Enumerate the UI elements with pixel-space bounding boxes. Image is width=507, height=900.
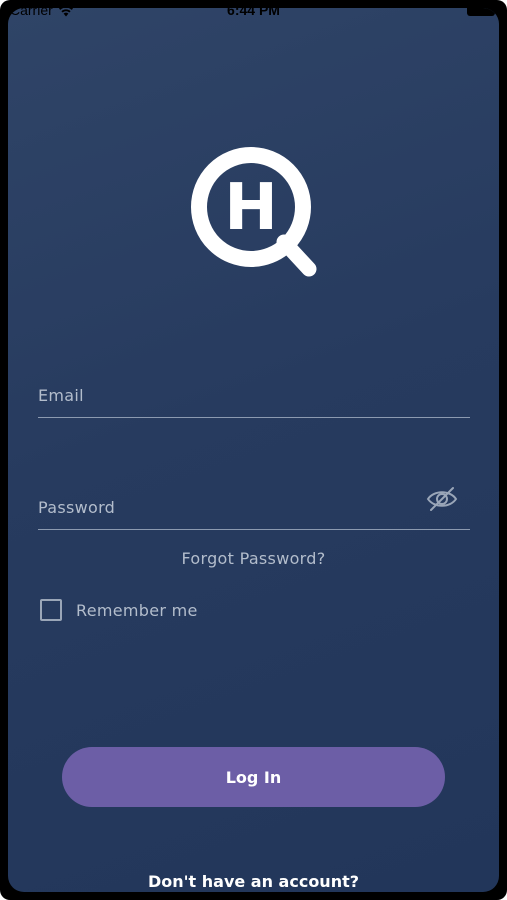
device-frame: Carrier 6:44 PM H Email Forgot Password?… <box>0 0 507 900</box>
remember-me-toggle[interactable]: Remember me <box>40 599 198 621</box>
app-screen: Carrier 6:44 PM H Email Forgot Password?… <box>8 8 499 892</box>
status-time: 6:44 PM <box>227 8 280 18</box>
logo-letter: H <box>224 171 278 245</box>
password-input[interactable] <box>38 486 470 529</box>
hq-logo-icon: H <box>191 147 317 277</box>
remember-me-checkbox[interactable] <box>40 599 62 621</box>
login-button[interactable]: Log In <box>62 747 445 807</box>
signup-prompt-link[interactable]: Don't have an account? <box>8 872 499 891</box>
eye-slash-icon[interactable] <box>426 486 458 512</box>
battery-icon <box>467 8 495 16</box>
status-bar: Carrier 6:44 PM <box>8 8 499 24</box>
forgot-password-link[interactable]: Forgot Password? <box>8 549 499 568</box>
password-field <box>38 486 470 530</box>
remember-me-label: Remember me <box>76 600 198 620</box>
email-input[interactable] <box>38 374 470 417</box>
email-field <box>38 374 470 418</box>
